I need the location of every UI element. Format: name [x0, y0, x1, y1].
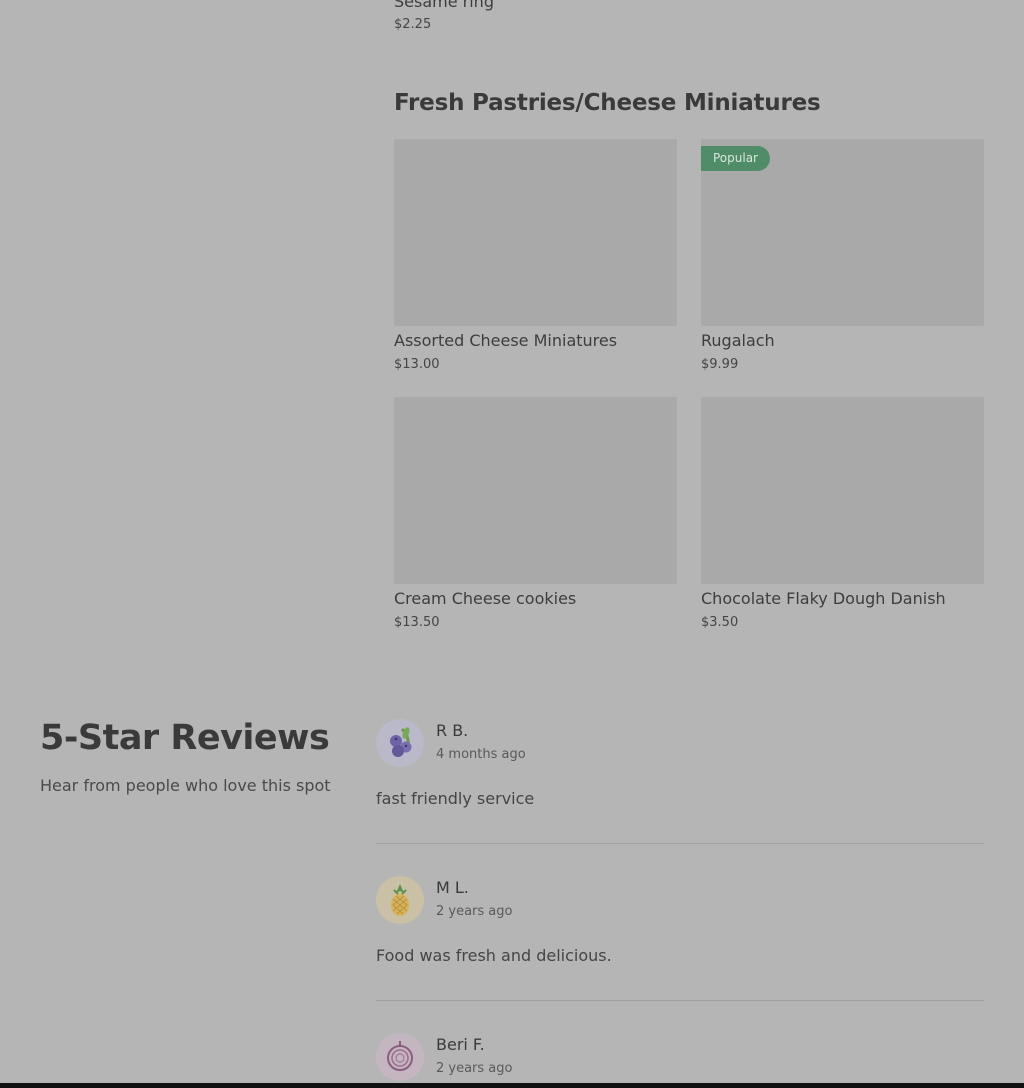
- review-date: 2 years ago: [436, 904, 513, 919]
- menu-item-name[interactable]: Sesame ring: [394, 0, 494, 11]
- menu-item-image[interactable]: [394, 139, 677, 326]
- menu-item-image[interactable]: [701, 397, 984, 584]
- menu-item-price: $2.25: [394, 17, 432, 32]
- onion-icon: [387, 1041, 413, 1071]
- menu-item-name[interactable]: Assorted Cheese Miniatures: [394, 331, 677, 350]
- menu-item-image[interactable]: [394, 397, 677, 584]
- bottom-bar: [0, 1083, 1024, 1088]
- menu-item-name[interactable]: Rugalach: [701, 331, 984, 350]
- menu-item-card[interactable]: Cream Cheese cookies $13.50: [394, 397, 677, 630]
- review-text: Food was fresh and delicious.: [376, 946, 612, 965]
- review-text: fast friendly service: [376, 789, 535, 808]
- menu-item-price: $9.99: [701, 357, 739, 372]
- menu-item-price: $13.50: [394, 615, 440, 630]
- pineapple-icon: [391, 884, 409, 916]
- menu-item-name[interactable]: Cream Cheese cookies: [394, 589, 677, 608]
- popular-badge: Popular: [701, 146, 770, 171]
- review-date: 4 months ago: [436, 747, 526, 762]
- menu-item-price: $13.00: [394, 357, 440, 372]
- avatar: [376, 1033, 424, 1081]
- menu-item-price: $3.50: [701, 615, 739, 630]
- menu-item-card[interactable]: Assorted Cheese Miniatures $13.00: [394, 139, 677, 372]
- menu-item-image[interactable]: Popular: [701, 139, 984, 326]
- section-title: Fresh Pastries/Cheese Miniatures: [394, 90, 821, 116]
- menu-item-card[interactable]: Chocolate Flaky Dough Danish $3.50: [701, 397, 984, 630]
- divider: [376, 1000, 984, 1001]
- reviews-subtitle: Hear from people who love this spot: [40, 776, 331, 795]
- reviews-title: 5-Star Reviews: [40, 718, 330, 758]
- menu-item-name[interactable]: Chocolate Flaky Dough Danish: [701, 589, 984, 608]
- avatar: [376, 876, 424, 924]
- divider: [376, 843, 984, 844]
- reviewer-name: M L.: [436, 878, 469, 897]
- reviewer-name: R B.: [436, 721, 469, 740]
- review-date: 2 years ago: [436, 1061, 513, 1076]
- blueberry-icon: [390, 727, 412, 757]
- menu-item-card[interactable]: Popular Rugalach $9.99: [701, 139, 984, 372]
- reviewer-name: Beri F.: [436, 1035, 485, 1054]
- avatar: [376, 719, 424, 767]
